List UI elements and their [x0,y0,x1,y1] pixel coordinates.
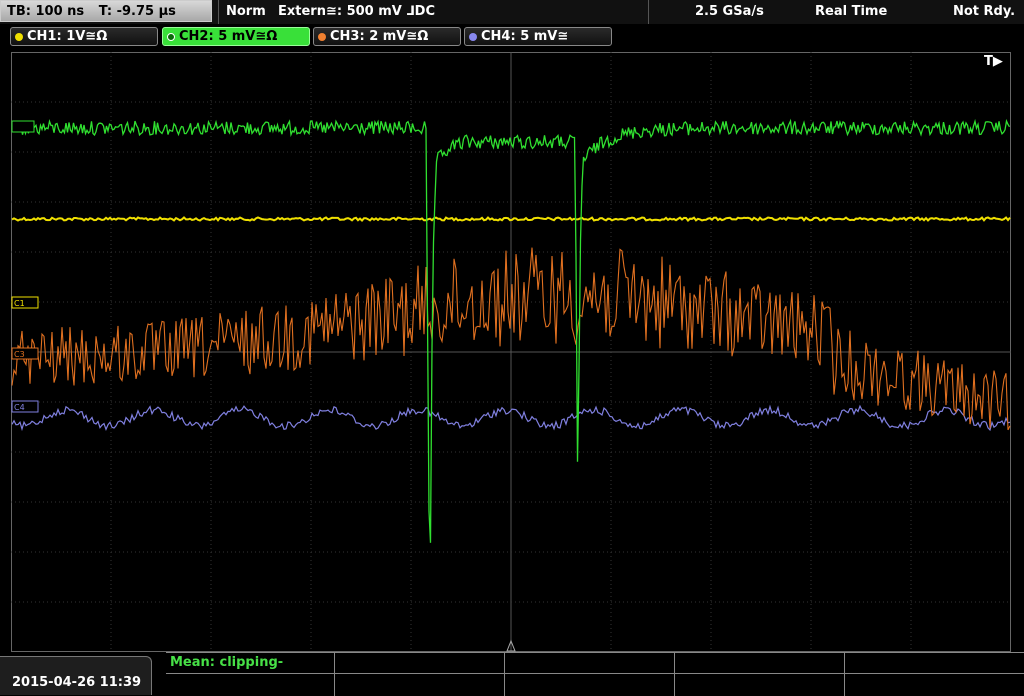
measurement-panel[interactable]: Mean: clipping- [166,652,1024,696]
date-time: 2015-04-26 11:39 [0,656,152,695]
measurement-column-divider [674,653,675,696]
trigger-flag-icon: T▶ [984,54,1003,69]
c4-marker-label: C4 [14,403,25,412]
measurement-column-divider [334,653,335,696]
channel-4-marker[interactable]: C4 [11,400,39,413]
c3-marker-label: C3 [14,350,25,359]
measurement-divider [166,673,1024,674]
measurement-column-divider [504,653,505,696]
channel-1-marker[interactable]: C1 [11,296,39,309]
measurement-result: Mean: clipping- [170,655,284,670]
waveform-svg: C1 C3 C4 [11,52,1011,652]
channel-2-marker[interactable] [11,120,35,133]
measurement-column-divider [844,653,845,696]
c1-marker-label: C1 [14,299,25,308]
channel-3-marker[interactable]: C3 [11,347,39,360]
